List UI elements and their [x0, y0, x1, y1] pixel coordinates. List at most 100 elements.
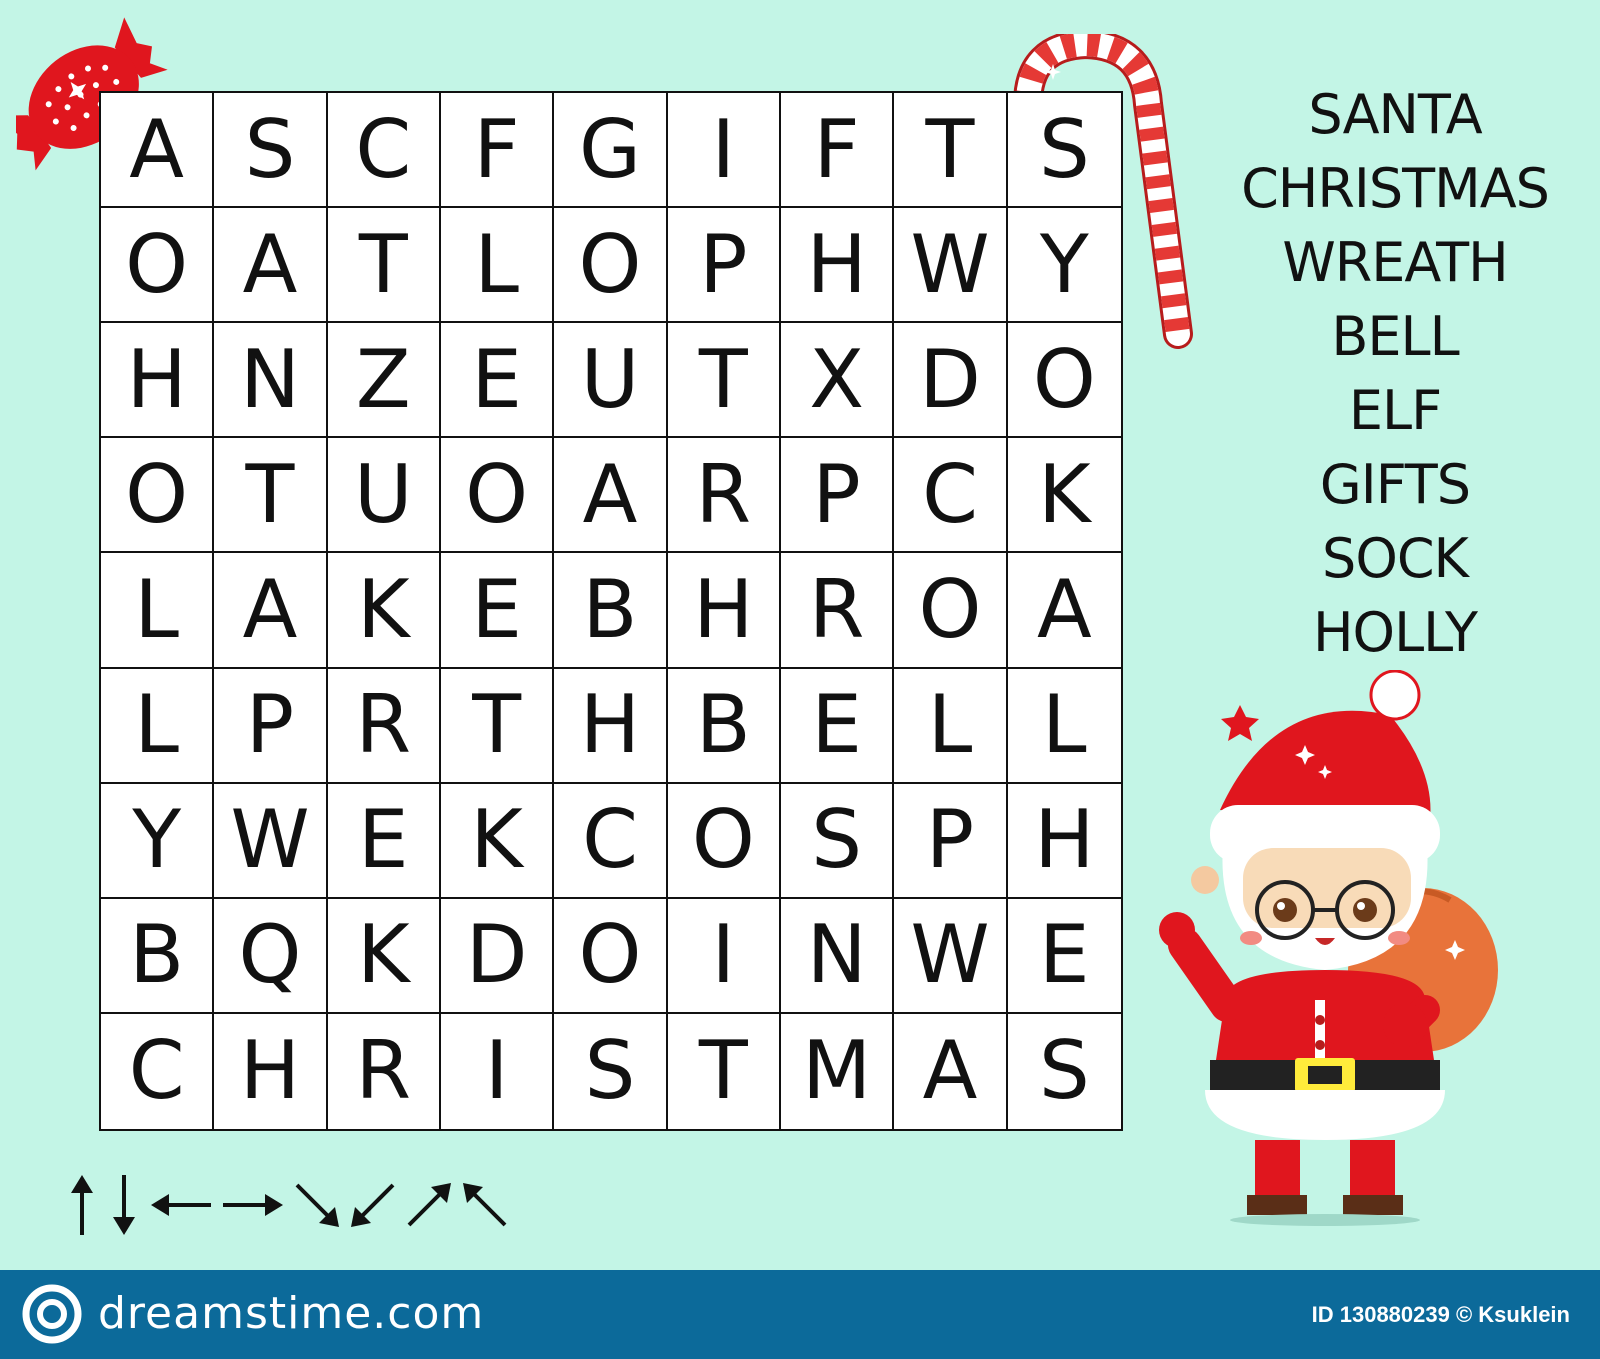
- grid-cell[interactable]: S: [781, 783, 895, 899]
- grid-cell[interactable]: I: [667, 898, 781, 1014]
- grid-cell[interactable]: O: [441, 438, 555, 554]
- grid-cell[interactable]: R: [781, 553, 895, 669]
- up-left-arrow-icon: [463, 1183, 507, 1227]
- grid-cell[interactable]: T: [327, 208, 441, 324]
- grid-cell[interactable]: C: [894, 438, 1008, 554]
- grid-cell[interactable]: B: [554, 553, 668, 669]
- grid-cell[interactable]: O: [554, 208, 668, 324]
- letter-grid: ASCFGIFTSOATLOPHWYHNZEUTXDOOTUOARPCKLAKE…: [99, 91, 1123, 1131]
- word-list: SANTA CHRISTMAS WREATH BELL ELF GIFTS SO…: [1225, 78, 1565, 670]
- grid-cell[interactable]: D: [894, 323, 1008, 439]
- grid-cell[interactable]: A: [1007, 553, 1121, 669]
- grid-cell[interactable]: L: [101, 553, 215, 669]
- grid-cell[interactable]: O: [1007, 323, 1121, 439]
- grid-cell[interactable]: T: [894, 93, 1008, 209]
- grid-cell[interactable]: K: [327, 898, 441, 1014]
- right-arrow-icon: [223, 1194, 283, 1216]
- grid-cell[interactable]: S: [1007, 93, 1121, 209]
- word-item: WREATH: [1282, 231, 1508, 294]
- word-item: SOCK: [1322, 527, 1469, 590]
- grid-cell[interactable]: E: [441, 323, 555, 439]
- down-arrow-icon: [113, 1175, 135, 1235]
- grid-cell[interactable]: K: [441, 783, 555, 899]
- word-item: BELL: [1331, 305, 1459, 368]
- grid-cell[interactable]: T: [667, 323, 781, 439]
- grid-cell[interactable]: R: [328, 1013, 441, 1129]
- grid-cell[interactable]: A: [101, 93, 215, 209]
- grid-cell[interactable]: U: [327, 438, 441, 554]
- grid-cell[interactable]: S: [554, 1013, 668, 1129]
- grid-cell[interactable]: H: [214, 1013, 328, 1129]
- grid-cell[interactable]: S: [1008, 1014, 1121, 1129]
- grid-cell[interactable]: W: [214, 783, 328, 899]
- grid-cell[interactable]: S: [214, 93, 328, 209]
- grid-cell[interactable]: C: [327, 93, 441, 209]
- grid-cell[interactable]: E: [441, 553, 555, 669]
- grid-cell[interactable]: P: [781, 438, 895, 554]
- grid-cell[interactable]: T: [441, 668, 555, 784]
- word-item: HOLLY: [1312, 601, 1478, 664]
- grid-cell[interactable]: O: [554, 898, 668, 1014]
- grid-cell[interactable]: A: [214, 208, 328, 324]
- grid-cell[interactable]: P: [667, 208, 781, 324]
- grid-cell[interactable]: N: [214, 323, 328, 439]
- grid-cell[interactable]: P: [894, 783, 1008, 899]
- grid-cell[interactable]: C: [101, 1013, 215, 1129]
- brand-name[interactable]: dreamstime.com: [98, 1288, 484, 1339]
- up-right-arrow-icon: [407, 1183, 451, 1227]
- grid-cell[interactable]: H: [554, 668, 668, 784]
- grid-cell[interactable]: L: [101, 668, 215, 784]
- grid-cell[interactable]: G: [554, 93, 668, 209]
- grid-cell[interactable]: B: [101, 898, 215, 1014]
- grid-cell[interactable]: W: [894, 208, 1008, 324]
- grid-cell[interactable]: L: [441, 208, 555, 324]
- grid-cell[interactable]: O: [894, 553, 1008, 669]
- santa-illustration: [1159, 670, 1498, 1226]
- grid-cell[interactable]: A: [894, 1013, 1008, 1129]
- grid-cell[interactable]: T: [668, 1013, 781, 1129]
- grid-cell[interactable]: L: [894, 668, 1008, 784]
- dreamstime-logo-icon: [22, 1284, 82, 1344]
- grid-cell[interactable]: H: [781, 208, 895, 324]
- grid-cell[interactable]: P: [214, 668, 328, 784]
- grid-cell[interactable]: I: [441, 1013, 555, 1129]
- grid-cell[interactable]: R: [327, 668, 441, 784]
- word-item: ELF: [1348, 379, 1442, 442]
- grid-cell[interactable]: X: [781, 323, 895, 439]
- grid-cell[interactable]: E: [327, 783, 441, 899]
- grid-cell[interactable]: F: [441, 93, 555, 209]
- image-id: ID 130880239 © Ksuklein: [1311, 1302, 1570, 1327]
- grid-cell[interactable]: Q: [214, 898, 328, 1014]
- grid-cell[interactable]: H: [667, 553, 781, 669]
- grid-cell[interactable]: T: [214, 438, 328, 554]
- grid-cell[interactable]: L: [1007, 669, 1121, 784]
- grid-cell[interactable]: H: [1007, 784, 1121, 899]
- grid-cell[interactable]: Y: [1007, 208, 1121, 324]
- grid-cell[interactable]: U: [554, 323, 668, 439]
- grid-cell[interactable]: A: [214, 553, 328, 669]
- grid-cell[interactable]: M: [781, 1013, 895, 1129]
- direction-arrows: [65, 1170, 509, 1240]
- grid-cell[interactable]: W: [894, 898, 1008, 1014]
- grid-cell[interactable]: E: [1007, 899, 1121, 1014]
- grid-cell[interactable]: H: [101, 323, 215, 439]
- grid-cell[interactable]: B: [667, 668, 781, 784]
- grid-cell[interactable]: N: [781, 898, 895, 1014]
- down-left-arrow-icon: [351, 1183, 395, 1227]
- grid-cell[interactable]: F: [781, 93, 895, 209]
- grid-cell[interactable]: E: [781, 668, 895, 784]
- grid-cell[interactable]: R: [667, 438, 781, 554]
- grid-cell[interactable]: Z: [327, 323, 441, 439]
- grid-cell[interactable]: O: [101, 208, 215, 324]
- grid-cell[interactable]: O: [101, 438, 215, 554]
- grid-cell[interactable]: A: [554, 438, 668, 554]
- grid-cell[interactable]: Y: [101, 783, 215, 899]
- grid-cell[interactable]: O: [667, 783, 781, 899]
- grid-cell[interactable]: K: [327, 553, 441, 669]
- grid-cell[interactable]: I: [667, 93, 781, 209]
- grid-cell[interactable]: D: [441, 898, 555, 1014]
- word-item: GIFTS: [1319, 453, 1471, 516]
- grid-cell[interactable]: C: [554, 783, 668, 899]
- down-right-arrow-icon: [295, 1183, 339, 1227]
- grid-cell[interactable]: K: [1007, 438, 1121, 554]
